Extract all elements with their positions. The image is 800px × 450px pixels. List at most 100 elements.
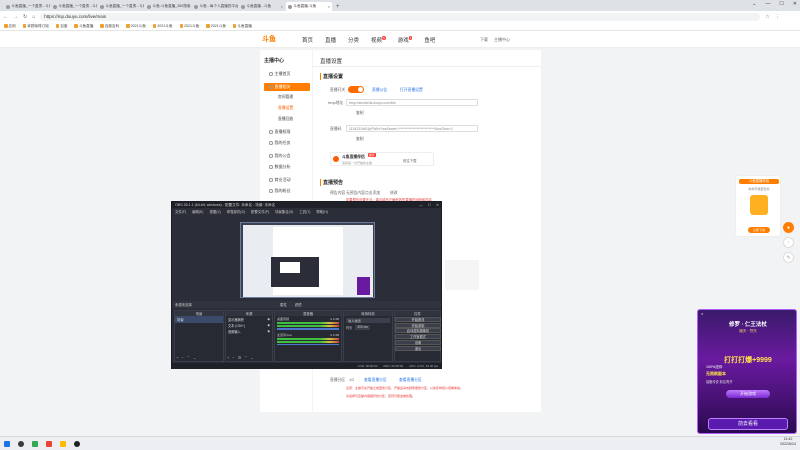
eye-icon[interactable]: ◉ <box>267 323 270 328</box>
app-taskbar-icon[interactable] <box>32 440 38 447</box>
site-logo[interactable]: 斗鱼 <box>262 34 276 44</box>
eye-icon[interactable]: ◉ <box>267 329 270 334</box>
obs-menu-item[interactable]: 停靠部件(D) <box>227 209 245 214</box>
live-notice-link[interactable]: 直播公告 <box>372 88 387 93</box>
browser-tab[interactable]: 斗鱼 - 每个人直播的平台 × <box>192 2 238 11</box>
browser-tab[interactable]: 斗鱼直播_一个直男...斗鱼一直播× <box>98 2 144 11</box>
obs-duration-input[interactable]: 300 ms <box>355 325 370 330</box>
bookmark-item[interactable]: 百度 <box>55 24 67 29</box>
live-settings-link[interactable]: 打开直播设置 <box>400 88 423 93</box>
down-icon[interactable]: ⌄ <box>193 355 196 360</box>
sidebar-item[interactable]: 我的公会 <box>264 152 310 160</box>
obs-transition-select[interactable]: 淡入淡出 <box>346 318 390 323</box>
bookmark-item[interactable]: 2021斗鱼 <box>206 24 226 29</box>
bookmark-item[interactable]: 百度百科 <box>100 24 119 29</box>
obs-menu-item[interactable]: 文件(F) <box>175 209 186 214</box>
obs-maximize-icon[interactable]: ☐ <box>428 203 431 207</box>
bookmark-item[interactable]: 拿铁咖啡订阅 <box>22 24 49 29</box>
reload-icon[interactable]: ↻ <box>23 14 27 20</box>
bookmark-item[interactable]: 2021斗鱼 <box>179 24 199 29</box>
obs-minimize-icon[interactable]: — <box>419 203 423 207</box>
category-link-2[interactable]: 查看直播分区 <box>399 378 422 383</box>
add-icon[interactable]: + <box>227 355 229 360</box>
nav-item[interactable]: 鱼吧 <box>424 36 435 44</box>
tab-close-icon[interactable]: × <box>328 4 330 9</box>
obs-scene-item[interactable]: 场景 <box>175 316 223 323</box>
obs-preview-canvas[interactable] <box>240 222 375 298</box>
maximize-icon[interactable]: ☐ <box>779 1 783 7</box>
minimize-icon[interactable]: — <box>765 1 770 7</box>
float-up-icon[interactable]: ↑ <box>783 237 794 248</box>
sidebar-item[interactable]: 商业活动 <box>264 176 310 184</box>
promo-download-button[interactable]: 立即下载 <box>748 227 770 233</box>
eye-icon[interactable]: ◉ <box>267 317 270 322</box>
sidebar-item[interactable]: 直播相关 <box>264 83 310 91</box>
browser-tab[interactable]: 斗鱼-斗鱼直播_360搜索× <box>145 2 191 11</box>
obs-window-controls[interactable]: — ☐ ✕ <box>419 203 441 207</box>
stream-key-field[interactable]: 11342316rE4pFWKe?wsSecret=**************… <box>346 125 478 132</box>
nav-item[interactable]: 分类 <box>348 36 359 44</box>
obs-menu-item[interactable]: 场景集合(S) <box>275 209 293 214</box>
obs-sources-controls[interactable]: + − ⚙ ⌃ ⌄ <box>227 355 254 360</box>
windows-start-icon[interactable] <box>4 440 10 447</box>
nav-item[interactable]: 首页 <box>302 36 313 44</box>
sidebar-item[interactable]: 直播设置 <box>264 104 310 112</box>
app-taskbar-icon[interactable] <box>46 440 52 447</box>
nav-item[interactable]: 直播 <box>325 36 336 44</box>
ad-cta-button[interactable]: 前去看看 <box>708 418 788 430</box>
sidebar-item[interactable]: 数据分析 <box>264 163 310 171</box>
obs-control-button[interactable]: 开始推流 <box>395 316 441 322</box>
obs-filters-button[interactable]: 滤镜 <box>295 302 302 307</box>
add-icon[interactable]: + <box>176 355 178 360</box>
remove-icon[interactable]: − <box>232 355 234 360</box>
category-link-1[interactable]: 查看直播分区 <box>364 378 387 383</box>
obs-properties-button[interactable]: 属性 <box>280 302 287 307</box>
sidebar-item[interactable]: 直播回放 <box>264 115 310 123</box>
download-link[interactable]: 下载 <box>480 37 488 43</box>
obs-control-button[interactable]: 启动虚拟摄像机 <box>395 328 441 334</box>
forecast-edit-button[interactable]: 修改 <box>390 191 398 196</box>
bookmark-item[interactable]: 应用 <box>4 24 16 29</box>
rtmp-field[interactable]: rtmp://sendtc3a.douyu.com/live <box>346 99 478 106</box>
sidebar-item[interactable]: 直播权限 <box>264 128 310 136</box>
obs-menu-item[interactable]: 帮助(H) <box>316 209 328 214</box>
obs-control-button[interactable]: 工作室模式 <box>395 334 441 340</box>
app-taskbar-icon[interactable] <box>74 440 80 447</box>
sidebar-item[interactable]: 房间管理 <box>264 93 310 101</box>
obs-taskbar-icon[interactable] <box>18 440 24 447</box>
forward-icon[interactable]: → <box>13 14 18 20</box>
obs-menu-item[interactable]: 编辑(E) <box>192 209 203 214</box>
up-icon[interactable]: ⌃ <box>187 355 190 360</box>
copy-key-button[interactable]: 复制 <box>356 137 364 142</box>
bookmark-item[interactable]: 2021斗鱼 <box>152 24 173 29</box>
tab-close-icon[interactable]: × <box>281 4 283 9</box>
obs-menu-item[interactable]: 视图(V) <box>209 209 220 214</box>
up-icon[interactable]: ⌃ <box>244 355 247 360</box>
star-icon[interactable]: ☆ <box>765 14 769 20</box>
obs-control-button[interactable]: 设置 <box>395 339 441 345</box>
window-controls[interactable]: ⌄ — ☐ ✕ <box>752 1 797 7</box>
sidebar-item[interactable]: 我的任务 <box>264 139 310 147</box>
sidebar-item[interactable]: 我的粉丝 <box>264 187 310 195</box>
close-icon[interactable]: ✕ <box>793 1 797 7</box>
menu-icon[interactable]: ⋮ <box>775 14 780 20</box>
browser-tab[interactable]: 斗鱼直播_一个直男...斗鱼一直播× <box>51 2 97 11</box>
home-icon[interactable]: ⌂ <box>32 14 35 20</box>
float-live-icon[interactable]: ● <box>783 222 794 233</box>
helper-promo-card[interactable]: 斗鱼直播伴侣 助你开播更轻松 立即下载 <box>735 175 781 237</box>
tab-close-icon[interactable]: × <box>190 4 191 9</box>
anchor-center-link[interactable]: 主播中心 <box>494 37 510 43</box>
nav-item[interactable]: 游戏1 <box>398 36 413 44</box>
obs-source-item[interactable]: 音频输入 ◉ <box>226 328 272 334</box>
url-input[interactable]: https://mp.douyu.com/live/main <box>40 12 761 21</box>
obs-scenes-controls[interactable]: + − ⌃ ⌄ <box>176 355 196 360</box>
remove-icon[interactable]: − <box>181 355 183 360</box>
obs-menu-item[interactable]: 工具(T) <box>299 209 310 214</box>
obs-close-icon[interactable]: ✕ <box>436 203 439 207</box>
ad-close-icon[interactable]: ✕ <box>701 312 704 316</box>
browser-tab[interactable]: 斗鱼直播-斗鱼 × <box>286 2 332 11</box>
copy-rtmp-button[interactable]: 复制 <box>356 111 364 116</box>
browser-tab[interactable]: 斗鱼直播_一个直男...斗鱼一直播× <box>4 2 50 11</box>
float-feedback-icon[interactable]: ✎ <box>783 252 794 263</box>
system-clock[interactable]: 11:42 2022/6/24 <box>780 437 796 447</box>
